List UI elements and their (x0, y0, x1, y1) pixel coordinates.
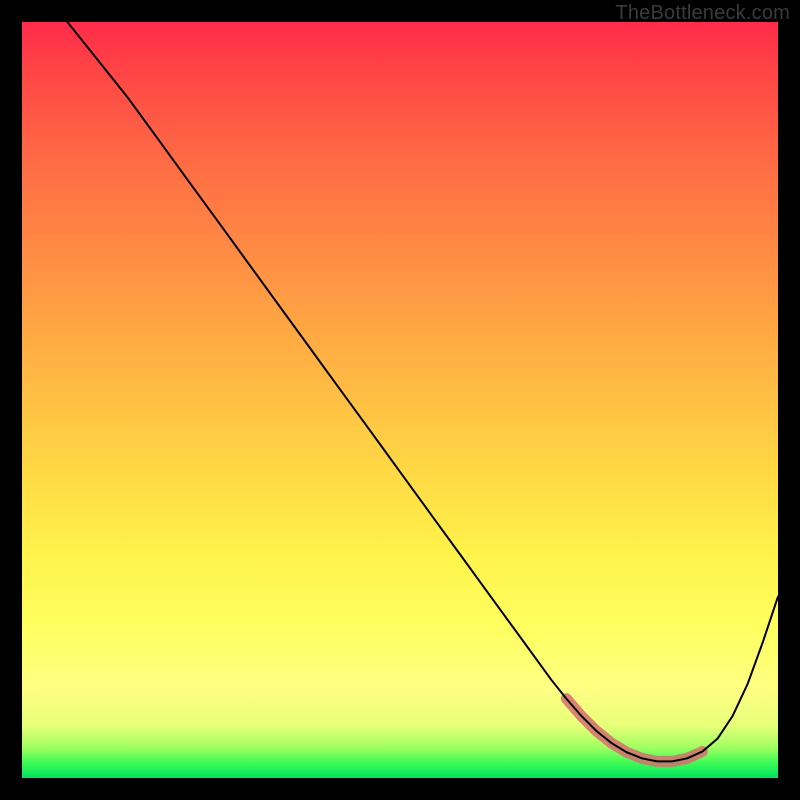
chart-svg (22, 22, 778, 778)
main-curve (67, 22, 778, 761)
highlight-segment (566, 699, 702, 762)
